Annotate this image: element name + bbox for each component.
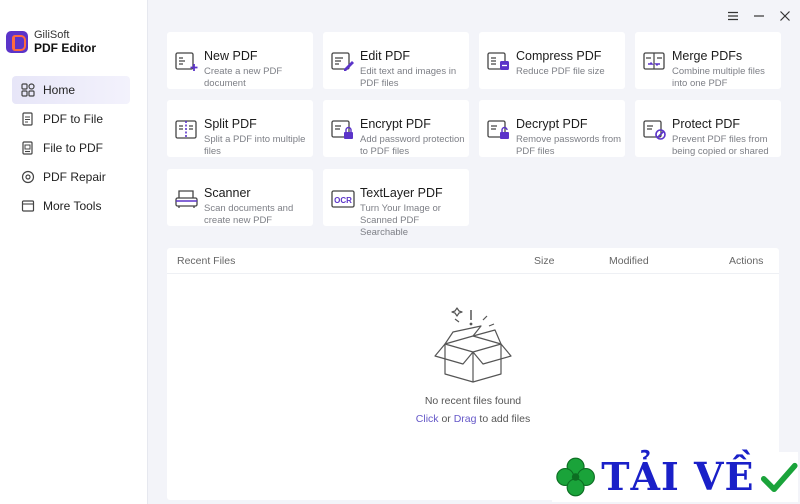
tool-split-pdf[interactable]: Split PDF Split a PDF into multiple file… xyxy=(167,100,313,157)
scanner-icon xyxy=(175,188,199,210)
encrypt-pdf-icon xyxy=(331,119,355,141)
tool-desc: Prevent PDF files from being copied or s… xyxy=(672,134,769,157)
tool-title: Protect PDF xyxy=(672,117,741,131)
recent-files-header: Recent Files Size Modified Actions xyxy=(167,248,779,274)
sidebar-item-label: Home xyxy=(43,83,76,97)
more-tools-icon xyxy=(21,199,35,213)
tool-desc: Add password protection to PDF files xyxy=(360,134,465,157)
minimize-button[interactable] xyxy=(752,8,766,24)
tool-desc: Scan documents and create new PDF xyxy=(204,203,294,226)
menu-icon xyxy=(728,11,738,21)
merge-pdfs-icon xyxy=(643,51,667,73)
sidebar-item-more-tools[interactable]: More Tools xyxy=(12,192,130,220)
protect-pdf-icon xyxy=(643,119,667,141)
tool-merge-pdfs[interactable]: Merge PDFs Combine multiple files into o… xyxy=(635,32,781,89)
tool-title: Edit PDF xyxy=(360,49,411,63)
menu-button[interactable] xyxy=(726,8,740,24)
tool-decrypt-pdf[interactable]: Decrypt PDF Remove passwords from PDF fi… xyxy=(479,100,625,157)
tool-encrypt-pdf[interactable]: Encrypt PDF Add password protection to P… xyxy=(323,100,469,157)
product-name: PDF Editor xyxy=(34,40,96,55)
tool-desc: Create a new PDF document xyxy=(204,66,283,89)
checkmark-icon xyxy=(761,462,798,493)
sidebar-item-label: File to PDF xyxy=(43,141,104,155)
new-pdf-icon xyxy=(175,51,199,73)
sidebar-item-label: PDF to File xyxy=(43,112,104,126)
brand: GiliSoft PDF Editor xyxy=(6,29,96,55)
sidebar-item-file-to-pdf[interactable]: File to PDF xyxy=(12,134,130,162)
tool-desc: Combine multiple files into one PDF xyxy=(672,66,765,89)
sidebar-nav: Home PDF to File File to PDF PDF Repair … xyxy=(12,76,130,221)
tool-new-pdf[interactable]: New PDF Create a new PDF document xyxy=(167,32,313,89)
tool-title: Decrypt PDF xyxy=(516,117,588,131)
column-actions: Actions xyxy=(729,255,764,267)
pdf-to-file-icon xyxy=(21,112,35,126)
tool-compress-pdf[interactable]: Compress PDF Reduce PDF file size xyxy=(479,32,625,89)
tool-title: Merge PDFs xyxy=(672,49,743,63)
decrypt-pdf-icon xyxy=(487,119,511,141)
brand-name: GiliSoft xyxy=(34,29,70,41)
add-files-suffix: to add files xyxy=(479,413,531,425)
compress-pdf-icon xyxy=(487,51,511,73)
empty-message: No recent files found xyxy=(424,395,522,407)
tool-desc: Split a PDF into multiple files xyxy=(204,134,306,157)
tool-desc: Reduce PDF file size xyxy=(516,66,605,77)
tool-title: Compress PDF xyxy=(516,49,602,63)
pdf-repair-icon xyxy=(21,170,35,184)
column-modified[interactable]: Modified xyxy=(609,255,649,267)
sidebar-item-label: PDF Repair xyxy=(43,170,106,184)
or-text: or xyxy=(441,413,451,425)
clover-icon xyxy=(556,457,595,497)
sidebar-item-label: More Tools xyxy=(43,199,102,213)
minimize-icon xyxy=(754,15,764,17)
tool-title: Scanner xyxy=(204,186,251,200)
svg-text:OCR: OCR xyxy=(334,196,352,205)
split-pdf-icon xyxy=(175,119,199,141)
empty-box-icon xyxy=(434,307,512,383)
tool-title: Encrypt PDF xyxy=(360,117,431,131)
tool-desc: Edit text and images in PDF files xyxy=(360,66,457,89)
add-files-hint: Click or Drag to add files xyxy=(167,413,779,425)
tool-title: New PDF xyxy=(204,49,258,63)
edit-pdf-icon xyxy=(331,51,355,73)
window-controls xyxy=(726,8,792,24)
home-grid-icon xyxy=(21,83,35,97)
close-icon xyxy=(780,11,790,21)
sidebar-item-home[interactable]: Home xyxy=(12,76,130,104)
tool-title: Split PDF xyxy=(204,117,257,131)
tool-protect-pdf[interactable]: Protect PDF Prevent PDF files from being… xyxy=(635,100,781,157)
ocr-icon: OCR xyxy=(331,188,355,210)
column-recent-files: Recent Files xyxy=(177,255,236,267)
tool-scanner[interactable]: Scanner Scan documents and create new PD… xyxy=(167,169,313,226)
tool-desc: Remove passwords from PDF files xyxy=(516,134,622,157)
tool-edit-pdf[interactable]: Edit PDF Edit text and images in PDF fil… xyxy=(323,32,469,89)
watermark: TẢI VỀ xyxy=(552,452,798,502)
click-to-add-link[interactable]: Click xyxy=(416,413,439,425)
sidebar-item-pdf-repair[interactable]: PDF Repair xyxy=(12,163,130,191)
sidebar: GiliSoft PDF Editor Home PDF to File Fil… xyxy=(0,0,148,504)
sidebar-item-pdf-to-file[interactable]: PDF to File xyxy=(12,105,130,133)
app-logo-icon xyxy=(6,31,28,54)
drag-to-add-link[interactable]: Drag xyxy=(454,413,477,425)
tool-desc: Turn Your Image or Scanned PDF Searchabl… xyxy=(360,203,441,238)
watermark-text: TẢI VỀ xyxy=(601,454,755,499)
column-size[interactable]: Size xyxy=(534,255,554,267)
close-button[interactable] xyxy=(778,8,792,24)
tool-title: TextLayer PDF xyxy=(360,186,443,200)
file-to-pdf-icon xyxy=(21,141,35,155)
tool-textlayer-pdf[interactable]: OCR TextLayer PDF Turn Your Image or Sca… xyxy=(323,169,469,238)
